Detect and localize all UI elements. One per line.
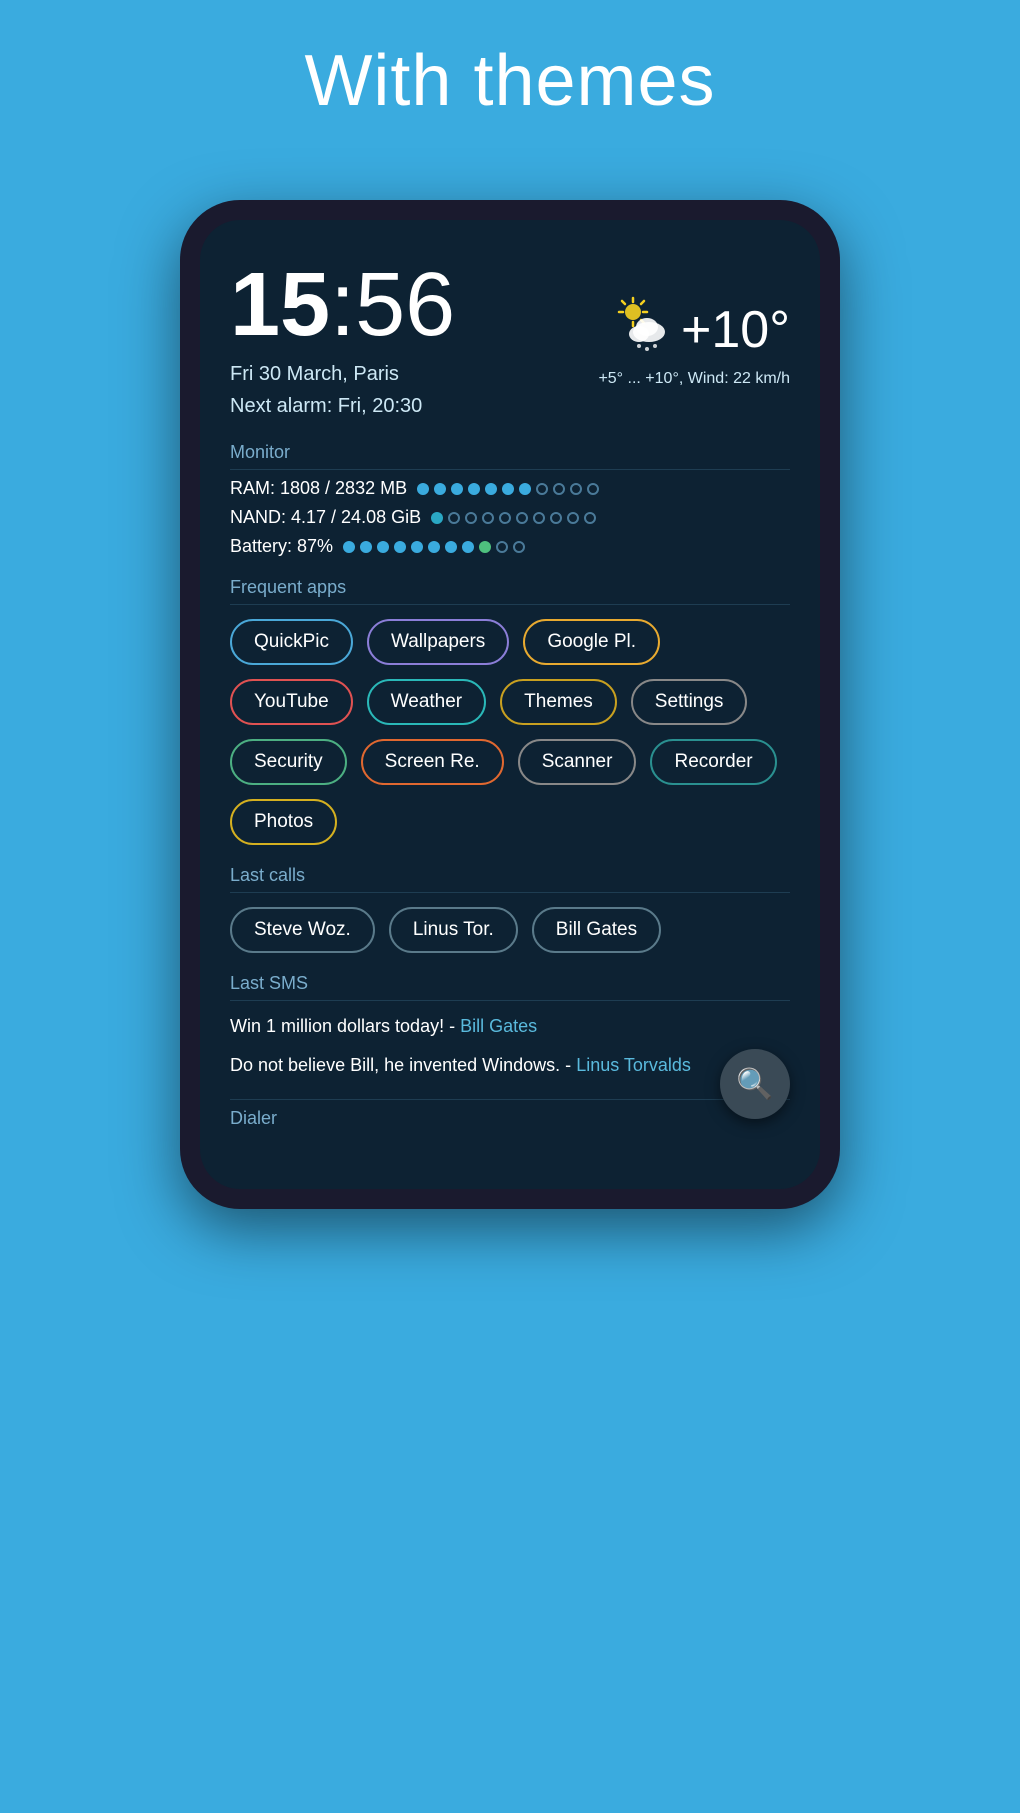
nand-row: NAND: 4.17 / 24.08 GiB [230, 507, 790, 528]
sms-sender-1: Bill Gates [460, 1016, 537, 1036]
last-calls-label: Last calls [230, 865, 790, 893]
battery-dots [343, 541, 525, 553]
search-icon: 🔍 [736, 1067, 773, 1102]
app-weather[interactable]: Weather [367, 679, 486, 725]
clock-time: 15:56 [230, 260, 455, 350]
ram-row: RAM: 1808 / 2832 MB [230, 478, 790, 499]
phone-mockup: 15:56 Fri 30 March, Paris Next alarm: Fr… [180, 200, 840, 1209]
app-security[interactable]: Security [230, 739, 347, 785]
clock-minutes: 56 [355, 255, 455, 355]
nand-dots [431, 512, 596, 524]
app-google-play[interactable]: Google Pl. [523, 619, 660, 665]
call-steve[interactable]: Steve Woz. [230, 907, 375, 953]
dialer-label: Dialer [230, 1099, 790, 1129]
clock-hour: 15 [230, 255, 330, 355]
app-youtube[interactable]: YouTube [230, 679, 353, 725]
weather-detail: +5° ... +10°, Wind: 22 km/h [598, 370, 790, 388]
app-wallpapers[interactable]: Wallpapers [367, 619, 509, 665]
phone-outer: 15:56 Fri 30 March, Paris Next alarm: Fr… [180, 200, 840, 1209]
search-fab[interactable]: 🔍 [720, 1049, 790, 1119]
app-quickpic[interactable]: QuickPic [230, 619, 353, 665]
phone-screen: 15:56 Fri 30 March, Paris Next alarm: Fr… [200, 220, 820, 1189]
clock-date: Fri 30 March, Paris Next alarm: Fri, 20:… [230, 358, 455, 422]
battery-text: Battery: 87% [230, 536, 333, 557]
app-recorder[interactable]: Recorder [650, 739, 776, 785]
weather-temp: +10° [681, 300, 790, 360]
sms-sender-2: Linus Torvalds [576, 1055, 691, 1075]
app-settings[interactable]: Settings [631, 679, 748, 725]
clock-section: 15:56 Fri 30 March, Paris Next alarm: Fr… [230, 260, 455, 422]
frequent-apps-label: Frequent apps [230, 577, 790, 605]
calls-row: Steve Woz. Linus Tor. Bill Gates [230, 907, 790, 953]
sms-item-2: Do not believe Bill, he invented Windows… [230, 1052, 790, 1079]
weather-section: +10° +5° ... +10°, Wind: 22 km/h [598, 294, 790, 388]
sms-item-1: Win 1 million dollars today! - Bill Gate… [230, 1013, 790, 1040]
nand-text: NAND: 4.17 / 24.08 GiB [230, 507, 421, 528]
weather-icon [611, 294, 671, 366]
app-scanner[interactable]: Scanner [518, 739, 637, 785]
ram-text: RAM: 1808 / 2832 MB [230, 478, 407, 499]
app-photos[interactable]: Photos [230, 799, 337, 845]
page-title: With themes [0, 0, 1020, 122]
app-themes[interactable]: Themes [500, 679, 617, 725]
monitor-label: Monitor [230, 442, 790, 470]
call-bill[interactable]: Bill Gates [532, 907, 661, 953]
ram-dots [417, 483, 599, 495]
apps-grid: QuickPic Wallpapers Google Pl. YouTube W… [230, 619, 790, 845]
last-sms-label: Last SMS [230, 973, 790, 1001]
call-linus[interactable]: Linus Tor. [389, 907, 518, 953]
app-screen-recorder[interactable]: Screen Re. [361, 739, 504, 785]
top-row: 15:56 Fri 30 March, Paris Next alarm: Fr… [230, 260, 790, 422]
battery-row: Battery: 87% [230, 536, 790, 557]
